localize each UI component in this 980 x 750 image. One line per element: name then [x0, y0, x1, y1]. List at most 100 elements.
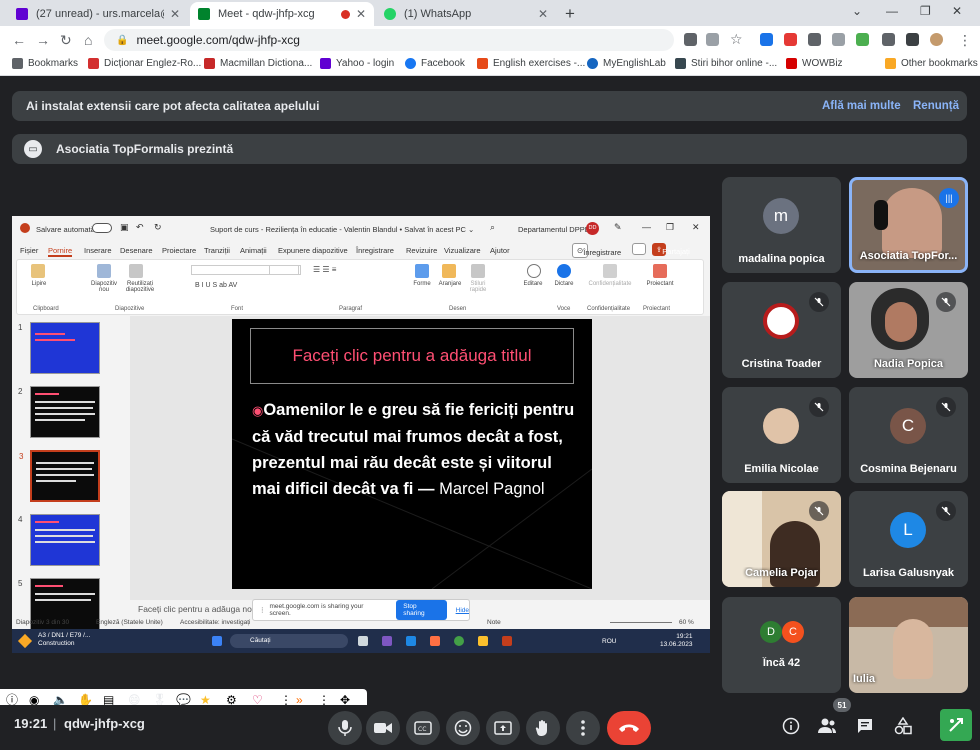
participant-tile[interactable]: Emilia Nicolae	[722, 387, 841, 483]
extension-red-icon[interactable]	[784, 33, 797, 46]
menu-slideshow[interactable]: Expunere diapozitive	[278, 246, 348, 255]
bookmark-item[interactable]: Yahoo - login	[320, 58, 394, 69]
bookmark-item[interactable]: English exercises -...	[477, 58, 585, 69]
bookmark-item[interactable]: Stiri bihor online -...	[675, 58, 777, 69]
tab-search-icon[interactable]: ⌄	[852, 4, 862, 18]
reuse-slides-icon[interactable]	[129, 264, 143, 278]
arrange-icon[interactable]	[442, 264, 456, 278]
accessibility-status[interactable]: Accesibilitate: investigați	[180, 619, 250, 626]
slide-thumbnail[interactable]: 4	[18, 514, 100, 566]
close-icon[interactable]: ✕	[356, 7, 366, 21]
hide-link[interactable]: Hide	[456, 607, 469, 614]
host-controls-button[interactable]	[940, 709, 972, 741]
participant-tile[interactable]: Nadia Popica	[849, 282, 968, 378]
notes-toggle[interactable]: Note	[487, 619, 501, 626]
search-icon[interactable]: ⌕	[490, 222, 495, 233]
new-slide-icon[interactable]	[97, 264, 111, 278]
bookmark-item[interactable]: Bookmarks	[12, 58, 78, 69]
menu-review[interactable]: Revizuire	[406, 246, 437, 255]
powerpoint-taskbar-icon[interactable]	[502, 636, 512, 646]
account-avatar[interactable]: DD	[586, 222, 599, 235]
captions-button[interactable]: CC	[406, 711, 440, 745]
meeting-code[interactable]: qdw-jhfp-xcg	[64, 716, 145, 731]
restore-icon[interactable]: ❐	[666, 222, 674, 233]
sidebar-icon[interactable]	[906, 33, 919, 46]
record-button[interactable]: ⊙ Înregistrare	[572, 243, 621, 258]
slide-thumbnail[interactable]: 1	[18, 322, 100, 374]
menu-animations[interactable]: Animații	[240, 246, 267, 255]
sensitivity-icon[interactable]	[603, 264, 617, 278]
quick-styles-icon[interactable]	[471, 264, 485, 278]
microphone-button[interactable]	[328, 711, 362, 745]
url-bar[interactable]: 🔒 meet.google.com/qdw-jhfp-xcg	[104, 29, 674, 51]
bookmark-item[interactable]: Macmillan Dictiona...	[204, 58, 312, 69]
bookmark-item[interactable]: Facebook	[405, 58, 465, 69]
slide-quote[interactable]: ◉Oamenilor le e greu să fie fericiți pen…	[252, 397, 582, 502]
bold-italic-underline-icons[interactable]: B I U S ab AV	[195, 282, 237, 289]
menu-help[interactable]: Ajutor	[490, 246, 510, 255]
bookmark-item[interactable]: Other bookmarks	[885, 58, 978, 69]
raise-hand-button[interactable]	[526, 711, 560, 745]
tab-yahoo-mail[interactable]: (27 unread) - urs.marcela@yahoo ✕	[8, 2, 188, 26]
bookmark-item[interactable]: MyEnglishLab	[587, 58, 666, 69]
meeting-details-button[interactable]	[780, 715, 802, 737]
firefox-icon[interactable]	[430, 636, 440, 646]
restore-icon[interactable]: ❐	[920, 4, 931, 18]
save-icon[interactable]: ▣	[120, 222, 129, 233]
current-slide[interactable]: Faceți clic pentru a adăuga titlul ◉Oame…	[232, 319, 592, 589]
camera-icon[interactable]	[684, 33, 697, 46]
paste-icon[interactable]	[31, 264, 45, 278]
menu-home[interactable]: Pornire	[48, 246, 73, 257]
autosave-toggle[interactable]	[92, 223, 112, 233]
participant-tile[interactable]: Cristina Toader	[722, 282, 841, 378]
shapes-icon[interactable]	[415, 264, 429, 278]
minimize-icon[interactable]: —	[642, 222, 651, 232]
redo-icon[interactable]: ↻	[154, 222, 162, 233]
bookmark-item[interactable]: WOWBiz	[786, 58, 843, 69]
extension-grid-icon[interactable]	[808, 33, 821, 46]
forward-icon[interactable]: →	[36, 32, 50, 48]
dismiss-button[interactable]: Renunță	[913, 100, 959, 112]
chat-button[interactable]	[854, 715, 876, 737]
taskbar-search[interactable]: Căutați	[230, 634, 348, 648]
more-participants-tile[interactable]: D C Încă 42	[722, 597, 841, 693]
home-icon[interactable]: ⌂	[84, 32, 92, 48]
extensions-puzzle-icon[interactable]	[882, 33, 895, 46]
new-tab-button[interactable]: +	[565, 4, 575, 24]
menu-design[interactable]: Proiectare	[162, 246, 196, 255]
participant-tile[interactable]: Iulia	[849, 597, 968, 693]
profile-avatar[interactable]	[930, 33, 943, 46]
participant-tile[interactable]: m madalina popica	[722, 177, 841, 273]
windows-start-icon[interactable]	[212, 636, 222, 646]
language-indicator[interactable]: ROU	[602, 638, 616, 645]
bookmark-item[interactable]: Dicționar Englez-Ro...	[88, 58, 201, 69]
participant-tile[interactable]: L Larisa Galusnyak	[849, 491, 968, 587]
slide-thumbnail[interactable]: 2	[18, 386, 100, 438]
close-window-icon[interactable]: ✕	[952, 4, 962, 18]
back-icon[interactable]: ←	[12, 32, 26, 48]
extension-d-icon[interactable]	[760, 33, 773, 46]
menu-record[interactable]: Înregistrare	[356, 246, 394, 255]
close-icon[interactable]: ✕	[692, 222, 700, 233]
bullets-icon[interactable]: ☰ ☰ ≡	[313, 265, 336, 274]
taskbar-widget[interactable]: A3 / DN1 / E79 /... Construction	[38, 632, 90, 648]
undo-icon[interactable]: ↶	[136, 222, 144, 233]
slide-thumbnail-selected[interactable]: 3	[19, 450, 100, 502]
chrome-icon[interactable]	[454, 636, 464, 646]
tab-meet[interactable]: Meet - qdw-jhfp-xcg ✕	[190, 2, 374, 26]
taskbar-clock[interactable]: 19:21 13.06.2023	[660, 633, 693, 649]
present-button[interactable]	[486, 711, 520, 745]
menu-view[interactable]: Vizualizare	[444, 246, 481, 255]
font-size-select[interactable]	[269, 265, 299, 275]
pen-icon[interactable]: ✎	[614, 222, 622, 233]
share-button[interactable]: ⇪ Partajați	[652, 243, 690, 256]
bookmark-star-icon[interactable]: ☆	[730, 31, 743, 48]
share-icon[interactable]	[706, 33, 719, 46]
slide-title-placeholder[interactable]: Faceți clic pentru a adăuga titlul	[250, 328, 574, 384]
task-view-icon[interactable]	[358, 636, 368, 646]
emoji-reaction-button[interactable]	[446, 711, 480, 745]
more-options-button[interactable]	[566, 711, 600, 745]
participant-tile[interactable]: C Cosmina Bejenaru	[849, 387, 968, 483]
extension-screen-icon[interactable]	[832, 33, 845, 46]
find-icon[interactable]	[527, 264, 541, 278]
